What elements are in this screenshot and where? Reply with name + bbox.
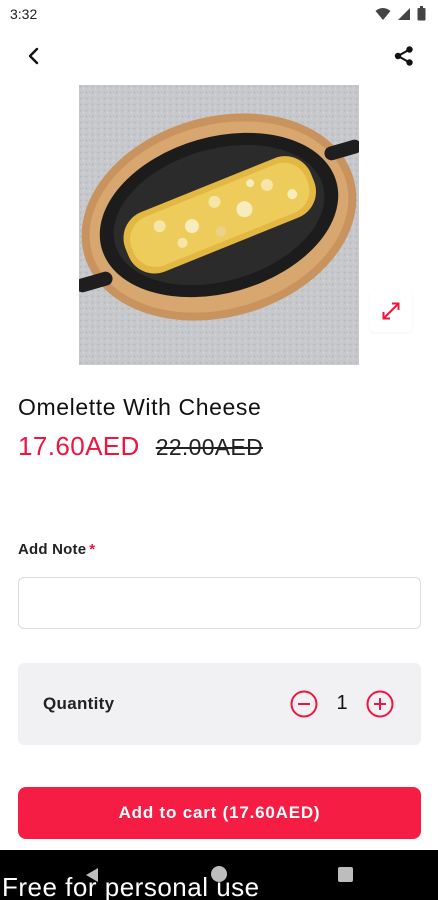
chevron-left-icon	[28, 47, 39, 65]
add-to-cart-button[interactable]: Add to cart (17.60AED)	[18, 787, 421, 839]
plus-circle-icon	[366, 690, 394, 718]
price-row: 17.60AED 22.00AED	[18, 431, 263, 462]
omelette-photo	[79, 85, 359, 365]
status-icons	[375, 6, 426, 21]
expand-image-button[interactable]	[370, 290, 412, 332]
quantity-increase-button[interactable]	[365, 689, 395, 719]
price-current: 17.60AED	[18, 431, 140, 461]
share-button[interactable]	[390, 42, 418, 70]
back-button[interactable]	[20, 42, 48, 70]
price-original: 22.00AED	[155, 434, 263, 460]
note-label-text: Add Note	[18, 541, 87, 558]
wifi-icon	[375, 7, 391, 20]
quantity-label: Quantity	[43, 694, 115, 713]
watermark: Free for personal use	[2, 872, 260, 900]
signal-icon	[398, 7, 410, 20]
product-image[interactable]	[79, 85, 359, 365]
status-time: 3:32	[10, 6, 38, 22]
required-mark: *	[89, 541, 96, 558]
product-title: Omelette With Cheese	[18, 394, 262, 420]
quantity-value: 1	[336, 692, 348, 714]
quantity-section: Quantity 1	[18, 663, 421, 745]
minus-circle-icon	[290, 690, 318, 718]
battery-icon	[417, 6, 426, 21]
note-input[interactable]	[18, 577, 421, 629]
status-bar: 3:32	[0, 0, 438, 28]
product-detail: Omelette With Cheese 17.60AED 22.00AED A…	[0, 84, 438, 850]
expand-arrows-icon	[382, 302, 400, 320]
app-bar	[0, 28, 438, 84]
recents-square-icon[interactable]	[338, 867, 353, 882]
quantity-decrease-button[interactable]	[289, 689, 319, 719]
share-icon	[394, 46, 413, 66]
note-label: Add Note *	[18, 541, 95, 558]
